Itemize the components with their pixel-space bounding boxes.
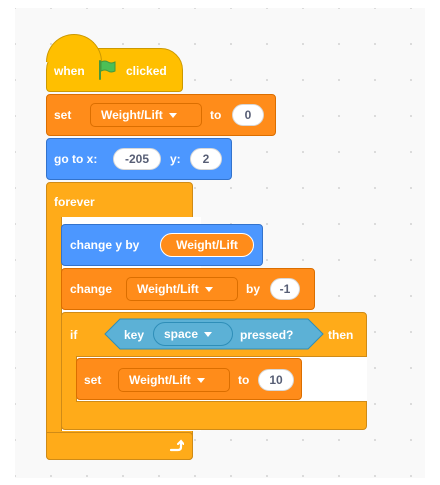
chevron-down-icon: [196, 377, 205, 383]
value-input[interactable]: -1: [270, 278, 300, 300]
set-label: set: [84, 373, 102, 387]
chevron-down-icon: [204, 286, 213, 292]
forever-label: forever: [54, 195, 95, 209]
key-dropdown[interactable]: space: [153, 322, 233, 346]
key-label: key: [124, 328, 145, 342]
pressed-label: pressed?: [240, 328, 294, 342]
to-label: to: [210, 108, 222, 122]
chevron-down-icon: [168, 112, 177, 118]
variable-dropdown[interactable]: Weight/Lift: [126, 277, 238, 301]
chevron-down-icon: [204, 331, 213, 337]
if-label: if: [70, 328, 78, 342]
y-label: y:: [170, 152, 181, 166]
variable-name: Weight/Lift: [129, 373, 191, 387]
variable-reporter[interactable]: Weight/Lift: [160, 233, 254, 257]
variable-dropdown[interactable]: Weight/Lift: [118, 368, 230, 392]
loop-arrow-icon: [168, 438, 185, 459]
change-label: change: [70, 282, 113, 296]
y-input[interactable]: 2: [190, 148, 222, 170]
x-input[interactable]: -205: [113, 148, 161, 170]
variable-name: Weight/Lift: [137, 282, 199, 296]
go-to-x-label: go to x:: [54, 152, 98, 166]
by-label: by: [246, 282, 261, 296]
change-y-label: change y by: [70, 238, 140, 252]
variable-name: Weight/Lift: [101, 108, 163, 122]
set-label: set: [54, 108, 72, 122]
variable-dropdown[interactable]: Weight/Lift: [90, 103, 202, 127]
value-input[interactable]: 0: [232, 104, 264, 126]
value-input[interactable]: 10: [258, 369, 294, 391]
key-name: space: [164, 327, 199, 341]
when-label: when: [54, 64, 85, 78]
then-label: then: [328, 328, 354, 342]
to-label: to: [238, 373, 250, 387]
clicked-label: clicked: [126, 64, 167, 78]
green-flag-icon: [95, 58, 119, 87]
